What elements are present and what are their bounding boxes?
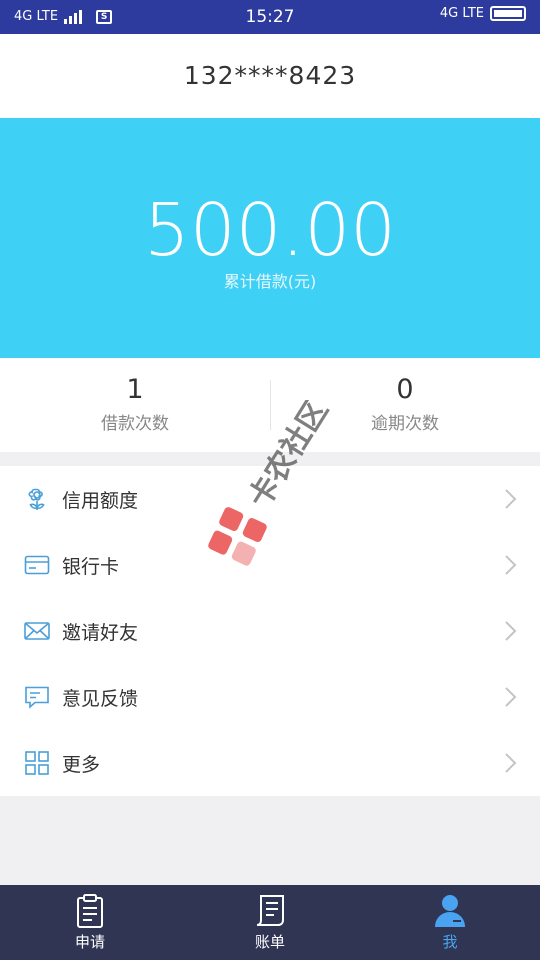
stat-loan-count: 1 借款次数 [0, 358, 270, 452]
phone-number: 132****8423 [183, 61, 357, 90]
bottom-tab-bar: 申请 账单 我 [0, 885, 540, 960]
status-bar: 4G LTE S 15:27 4G LTE [0, 0, 540, 34]
total-loan-label: 累计借款(元) [223, 272, 317, 291]
chevron-right-icon [505, 687, 517, 707]
menu-item-bank-card[interactable]: 银行卡 [0, 532, 540, 598]
chevron-right-icon [505, 555, 517, 575]
tab-label: 账单 [254, 933, 285, 951]
tab-apply[interactable]: 申请 [0, 885, 180, 960]
chevron-right-icon [505, 489, 517, 509]
loan-stats: 1 借款次数 0 逾期次数 [0, 358, 540, 452]
menu-list: 信用额度 银行卡 邀请好友 意见反馈 更多 [0, 466, 540, 796]
stat-overdue-count: 0 逾期次数 [270, 358, 540, 452]
menu-item-label: 银行卡 [62, 555, 120, 578]
menu-item-label: 更多 [62, 753, 101, 776]
stat-label: 借款次数 [101, 414, 169, 434]
status-right: 4G LTE [440, 6, 526, 21]
chat-bubble-icon [24, 684, 50, 710]
envelope-icon [24, 618, 50, 644]
tab-me[interactable]: 我 [360, 885, 540, 960]
menu-item-label: 邀请好友 [62, 621, 139, 644]
loan-summary-card: 500.00 累计借款(元) [0, 118, 540, 358]
tab-label: 申请 [74, 933, 105, 951]
tab-label: 我 [442, 933, 458, 951]
flower-icon [24, 486, 50, 512]
stat-value: 1 [126, 374, 144, 405]
user-icon [435, 895, 465, 927]
bill-icon [256, 895, 284, 926]
menu-item-label: 意见反馈 [62, 687, 139, 710]
menu-item-feedback[interactable]: 意见反馈 [0, 664, 540, 730]
battery-icon [490, 6, 526, 21]
menu-item-credit-limit[interactable]: 信用额度 [0, 466, 540, 532]
tab-bills[interactable]: 账单 [180, 885, 360, 960]
clipboard-icon [77, 894, 103, 928]
grid-icon [24, 750, 50, 776]
stat-value: 0 [396, 374, 414, 405]
menu-item-more[interactable]: 更多 [0, 730, 540, 796]
network-label-right: 4G LTE [439, 6, 484, 21]
chevron-right-icon [505, 621, 517, 641]
menu-item-invite-friends[interactable]: 邀请好友 [0, 598, 540, 664]
menu-item-label: 信用额度 [62, 489, 139, 512]
chevron-right-icon [505, 753, 517, 773]
account-header: 132****8423 [0, 34, 540, 118]
total-loan-amount: 500.00 [144, 188, 396, 272]
stat-label: 逾期次数 [371, 414, 439, 434]
credit-card-icon [24, 552, 50, 578]
